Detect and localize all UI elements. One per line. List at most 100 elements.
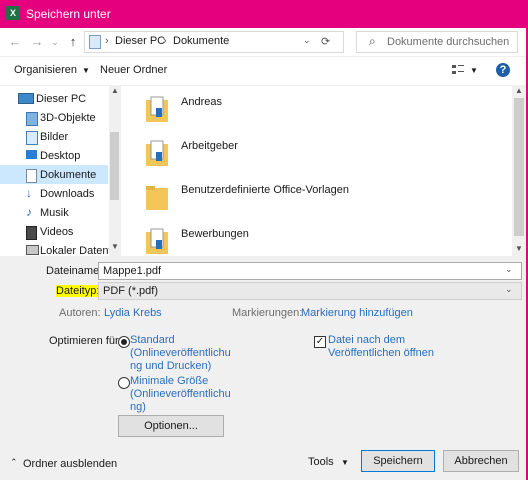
hide-folders-button[interactable]: Ordner ausblenden [23,458,117,470]
open-after-publish-line: Veröffentlichen öffnen [328,347,435,359]
downloads-icon: ↓ [26,186,32,200]
folder-icon [146,186,168,210]
collapse-chevron-icon[interactable]: ⌃ [10,457,18,468]
cancel-button[interactable]: Abbrechen [443,450,519,472]
search-placeholder: Dokumente durchsuchen [387,36,510,48]
documents-icon [26,169,37,183]
excel-app-icon: X [6,6,20,20]
organize-dropdown-icon[interactable]: ▼ [82,66,90,75]
list-item[interactable]: Bewerbungen [121,218,513,262]
radio-minimal[interactable] [118,377,130,389]
option-standard-line: (Onlineveröffentlichu [130,347,231,359]
radio-standard-label[interactable]: Standard (Onlineveröffentlichu ng und Dr… [130,334,231,373]
file-name: Bewerbungen [181,228,249,240]
open-after-publish-label[interactable]: Datei nach dem Veröffentlichen öffnen [328,334,434,360]
breadcrumb-this-pc[interactable]: Dieser PC [115,35,165,47]
option-minimal-line: ng) [130,401,146,413]
breadcrumb-separator-icon: › [105,35,109,47]
nav-item-downloads[interactable]: ↓ Downloads [0,184,108,203]
pc-icon [18,93,34,104]
music-icon: ♪ [26,205,32,219]
nav-item-desktop[interactable]: Desktop [0,146,108,165]
file-list-scrollbar[interactable]: ▲ ▼ [512,86,526,256]
pictures-icon [26,131,38,145]
drive-icon [26,245,39,255]
authors-field[interactable]: Lydia Krebs [104,307,162,319]
address-bar[interactable]: › Dieser PC › Dokumente ⌄ ⟳ [84,31,344,53]
tools-dropdown-icon[interactable]: ▼ [341,458,349,467]
nav-scrollbar[interactable]: ▲ ▼ [109,86,120,256]
nav-label: Lokaler Datenträ [40,245,110,257]
option-minimal-line: Minimale Größe [130,375,209,387]
up-arrow-icon[interactable]: ↑ [64,33,82,51]
nav-label: Dokumente [40,169,97,181]
file-name: Arbeitgeber [181,140,238,152]
filename-label: Dateiname: [46,265,103,277]
open-after-publish-checkbox[interactable]: ✓ [314,336,326,348]
file-name: Benutzerdefinierte Office-Vorlagen [181,184,349,196]
recent-locations-chevron-icon[interactable]: ⌄ [46,33,64,51]
nav-label: Dieser PC [36,93,87,105]
nav-item-local-drive[interactable]: Lokaler Datenträ [0,241,110,260]
nav-item-3d-objects[interactable]: 3D-Objekte [0,108,108,127]
document-folder-icon [146,228,168,254]
nav-item-this-pc[interactable]: Dieser PC [0,89,108,108]
filetype-select[interactable]: PDF (*.pdf) ⌄ [98,282,522,300]
nav-item-videos[interactable]: Videos [0,222,108,241]
radio-minimal-label[interactable]: Minimale Größe (Onlineveröffentlichu ng) [130,375,231,414]
list-item[interactable]: Andreas [121,86,513,130]
nav-label: Bilder [40,131,69,143]
videos-icon [26,226,37,240]
option-standard-line: Standard [130,334,175,346]
nav-label: Downloads [40,188,95,200]
view-dropdown-icon[interactable]: ▼ [470,66,478,75]
document-folder-icon [146,140,168,166]
search-input[interactable]: ⌕ Dokumente durchsuchen [356,31,518,53]
breadcrumb-documents[interactable]: Dokumente [173,35,229,47]
search-icon: ⌕ [369,34,376,48]
window-title: Speichern unter [26,7,111,21]
3d-objects-icon [26,112,38,126]
authors-label: Autoren: [59,307,101,319]
scroll-up-icon[interactable]: ▲ [111,86,119,95]
organize-menu[interactable]: Organisieren [14,64,77,76]
scroll-up-icon[interactable]: ▲ [515,86,523,95]
nav-item-pictures[interactable]: Bilder [0,127,108,146]
address-dropdown-icon[interactable]: ⌄ [303,35,311,46]
optimize-label: Optimieren für: [49,335,122,347]
filetype-dropdown-icon[interactable]: ⌄ [505,284,513,295]
tags-label: Markierungen: [232,307,303,319]
forward-arrow-icon[interactable]: → [28,33,46,51]
scrollbar-thumb[interactable] [514,98,524,236]
command-toolbar: Organisieren ▼ Neuer Ordner ▼ ? [0,57,526,86]
filename-dropdown-icon[interactable]: ⌄ [505,264,513,275]
option-standard-line: ng und Drucken) [130,360,212,372]
nav-item-music[interactable]: ♪ Musik [0,203,108,222]
list-item[interactable]: Arbeitgeber [121,130,513,174]
tools-menu[interactable]: Tools [308,456,334,468]
nav-item-documents[interactable]: Dokumente [0,165,108,184]
back-arrow-icon[interactable]: ← [6,33,24,51]
filename-field[interactable]: Mappe1.pdf ⌄ [98,262,522,280]
scroll-down-icon[interactable]: ▼ [515,244,523,253]
tags-field[interactable]: Markierung hinzufügen [301,307,413,319]
radio-standard[interactable] [118,336,130,348]
scrollbar-thumb[interactable] [110,132,119,200]
options-button[interactable]: Optionen... [118,415,224,437]
open-after-publish-line: Datei nach dem [328,334,406,346]
refresh-icon[interactable]: ⟳ [321,35,330,48]
address-row: ← → ⌄ ↑ › Dieser PC › Dokumente ⌄ ⟳ ⌕ Do… [0,28,526,56]
new-folder-button[interactable]: Neuer Ordner [100,64,167,76]
nav-label: 3D-Objekte [40,112,96,124]
title-bar: X Speichern unter [0,0,528,28]
nav-label: Videos [40,226,74,238]
list-item[interactable]: Benutzerdefinierte Office-Vorlagen [121,174,513,218]
breadcrumb-separator-icon: › [163,35,167,47]
scroll-down-icon[interactable]: ▼ [111,242,119,251]
help-icon[interactable]: ? [496,63,510,77]
nav-label: Desktop [40,150,81,162]
save-button[interactable]: Speichern [361,450,435,472]
option-minimal-line: (Onlineveröffentlichu [130,388,231,400]
filetype-value: PDF (*.pdf) [103,285,159,297]
view-options-icon[interactable] [452,64,464,76]
